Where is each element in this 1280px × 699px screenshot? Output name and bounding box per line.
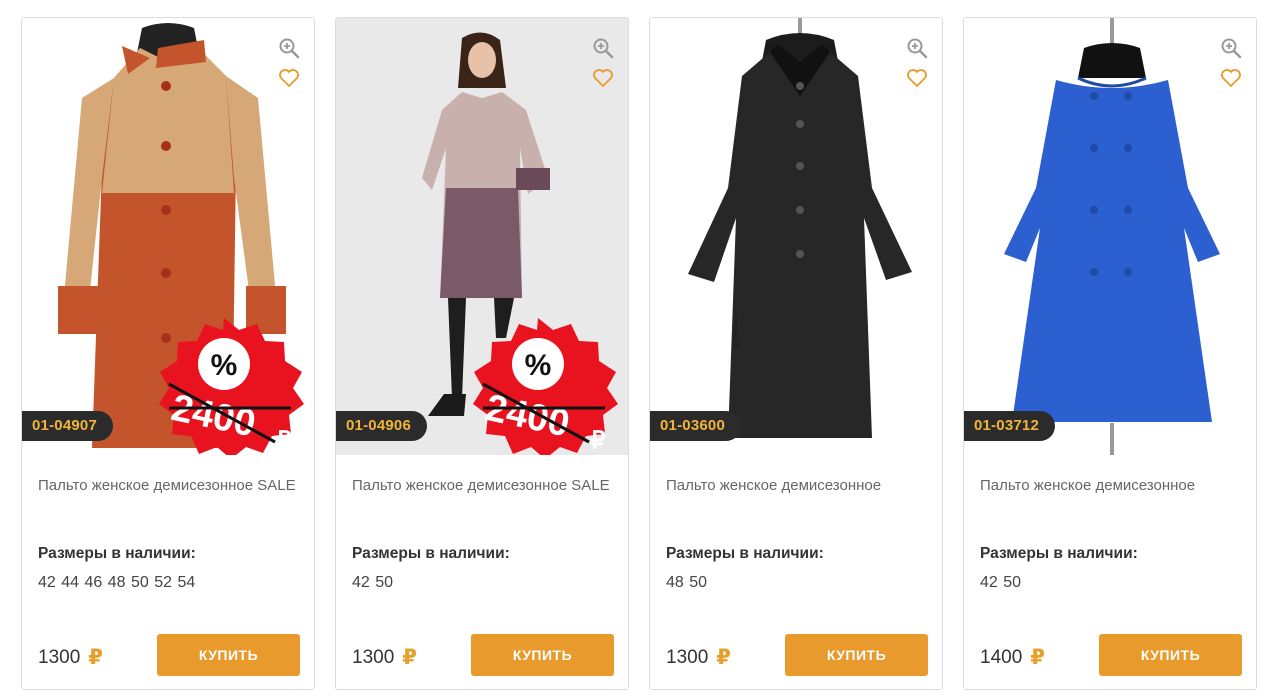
sale-percent-sign: %	[525, 349, 552, 382]
heart-icon[interactable]	[906, 68, 928, 88]
sale-percent-sign: %	[211, 349, 238, 382]
sizes-label: Размеры в наличии:	[352, 545, 510, 562]
sku-label: 01-03712	[964, 411, 1055, 441]
price: 1300 ₽	[352, 645, 417, 670]
old-price-currency: ₽	[276, 427, 291, 454]
product-photo[interactable]: 01-03600	[650, 18, 942, 455]
price-value: 1300	[666, 646, 709, 668]
buy-button[interactable]: КУПИТЬ	[1099, 634, 1242, 676]
sizes-label: Размеры в наличии:	[38, 545, 196, 562]
sizes-list: 42 44 46 48 50 52 54	[38, 574, 196, 591]
product-title[interactable]: Пальто женское демисезонное SALE	[352, 476, 617, 495]
product-card[interactable]: % 2400 ₽ 01-04906 Пальто женское демисез…	[335, 17, 629, 690]
sale-badge: % 2400 ₽	[159, 318, 304, 455]
product-card[interactable]: % 2400 ₽ 01-04907 Пальто женское демисез…	[21, 17, 315, 690]
ruble-icon: ₽	[716, 646, 731, 669]
heart-icon[interactable]	[278, 68, 300, 88]
zoom-in-icon[interactable]	[592, 37, 614, 59]
buy-button[interactable]: КУПИТЬ	[471, 634, 614, 676]
sku-label: 01-04907	[22, 411, 113, 441]
heart-icon[interactable]	[592, 68, 614, 88]
price-value: 1400	[980, 646, 1023, 668]
product-card[interactable]: 01-03712 Пальто женское демисезонное Раз…	[963, 17, 1257, 690]
ruble-icon: ₽	[88, 646, 103, 669]
price: 1300 ₽	[38, 645, 103, 670]
product-title[interactable]: Пальто женское демисезонное	[666, 476, 931, 495]
old-price-currency: ₽	[590, 427, 605, 454]
product-card[interactable]: 01-03600 Пальто женское демисезонное Раз…	[649, 17, 943, 690]
ruble-icon: ₽	[1030, 646, 1045, 669]
product-title[interactable]: Пальто женское демисезонное SALE	[38, 476, 303, 495]
sku-label: 01-03600	[650, 411, 741, 441]
price: 1300 ₽	[666, 645, 731, 670]
ruble-icon: ₽	[402, 646, 417, 669]
zoom-in-icon[interactable]	[906, 37, 928, 59]
price-value: 1300	[38, 646, 81, 668]
heart-icon[interactable]	[1220, 68, 1242, 88]
zoom-in-icon[interactable]	[278, 37, 300, 59]
sku-label: 01-04906	[336, 411, 427, 441]
buy-button[interactable]: КУПИТЬ	[785, 634, 928, 676]
sizes-label: Размеры в наличии:	[980, 545, 1138, 562]
sale-badge: % 2400 ₽	[473, 318, 618, 455]
product-photo[interactable]: % 2400 ₽ 01-04906	[336, 18, 628, 455]
product-photo[interactable]: 01-03712	[964, 18, 1256, 455]
product-title[interactable]: Пальто женское демисезонное	[980, 476, 1245, 495]
zoom-in-icon[interactable]	[1220, 37, 1242, 59]
buy-button[interactable]: КУПИТЬ	[157, 634, 300, 676]
sizes-list: 48 50	[666, 574, 708, 591]
price: 1400 ₽	[980, 645, 1045, 670]
sizes-label: Размеры в наличии:	[666, 545, 824, 562]
sizes-list: 42 50	[352, 574, 394, 591]
price-value: 1300	[352, 646, 395, 668]
product-photo[interactable]: % 2400 ₽ 01-04907	[22, 18, 314, 455]
sizes-list: 42 50	[980, 574, 1022, 591]
